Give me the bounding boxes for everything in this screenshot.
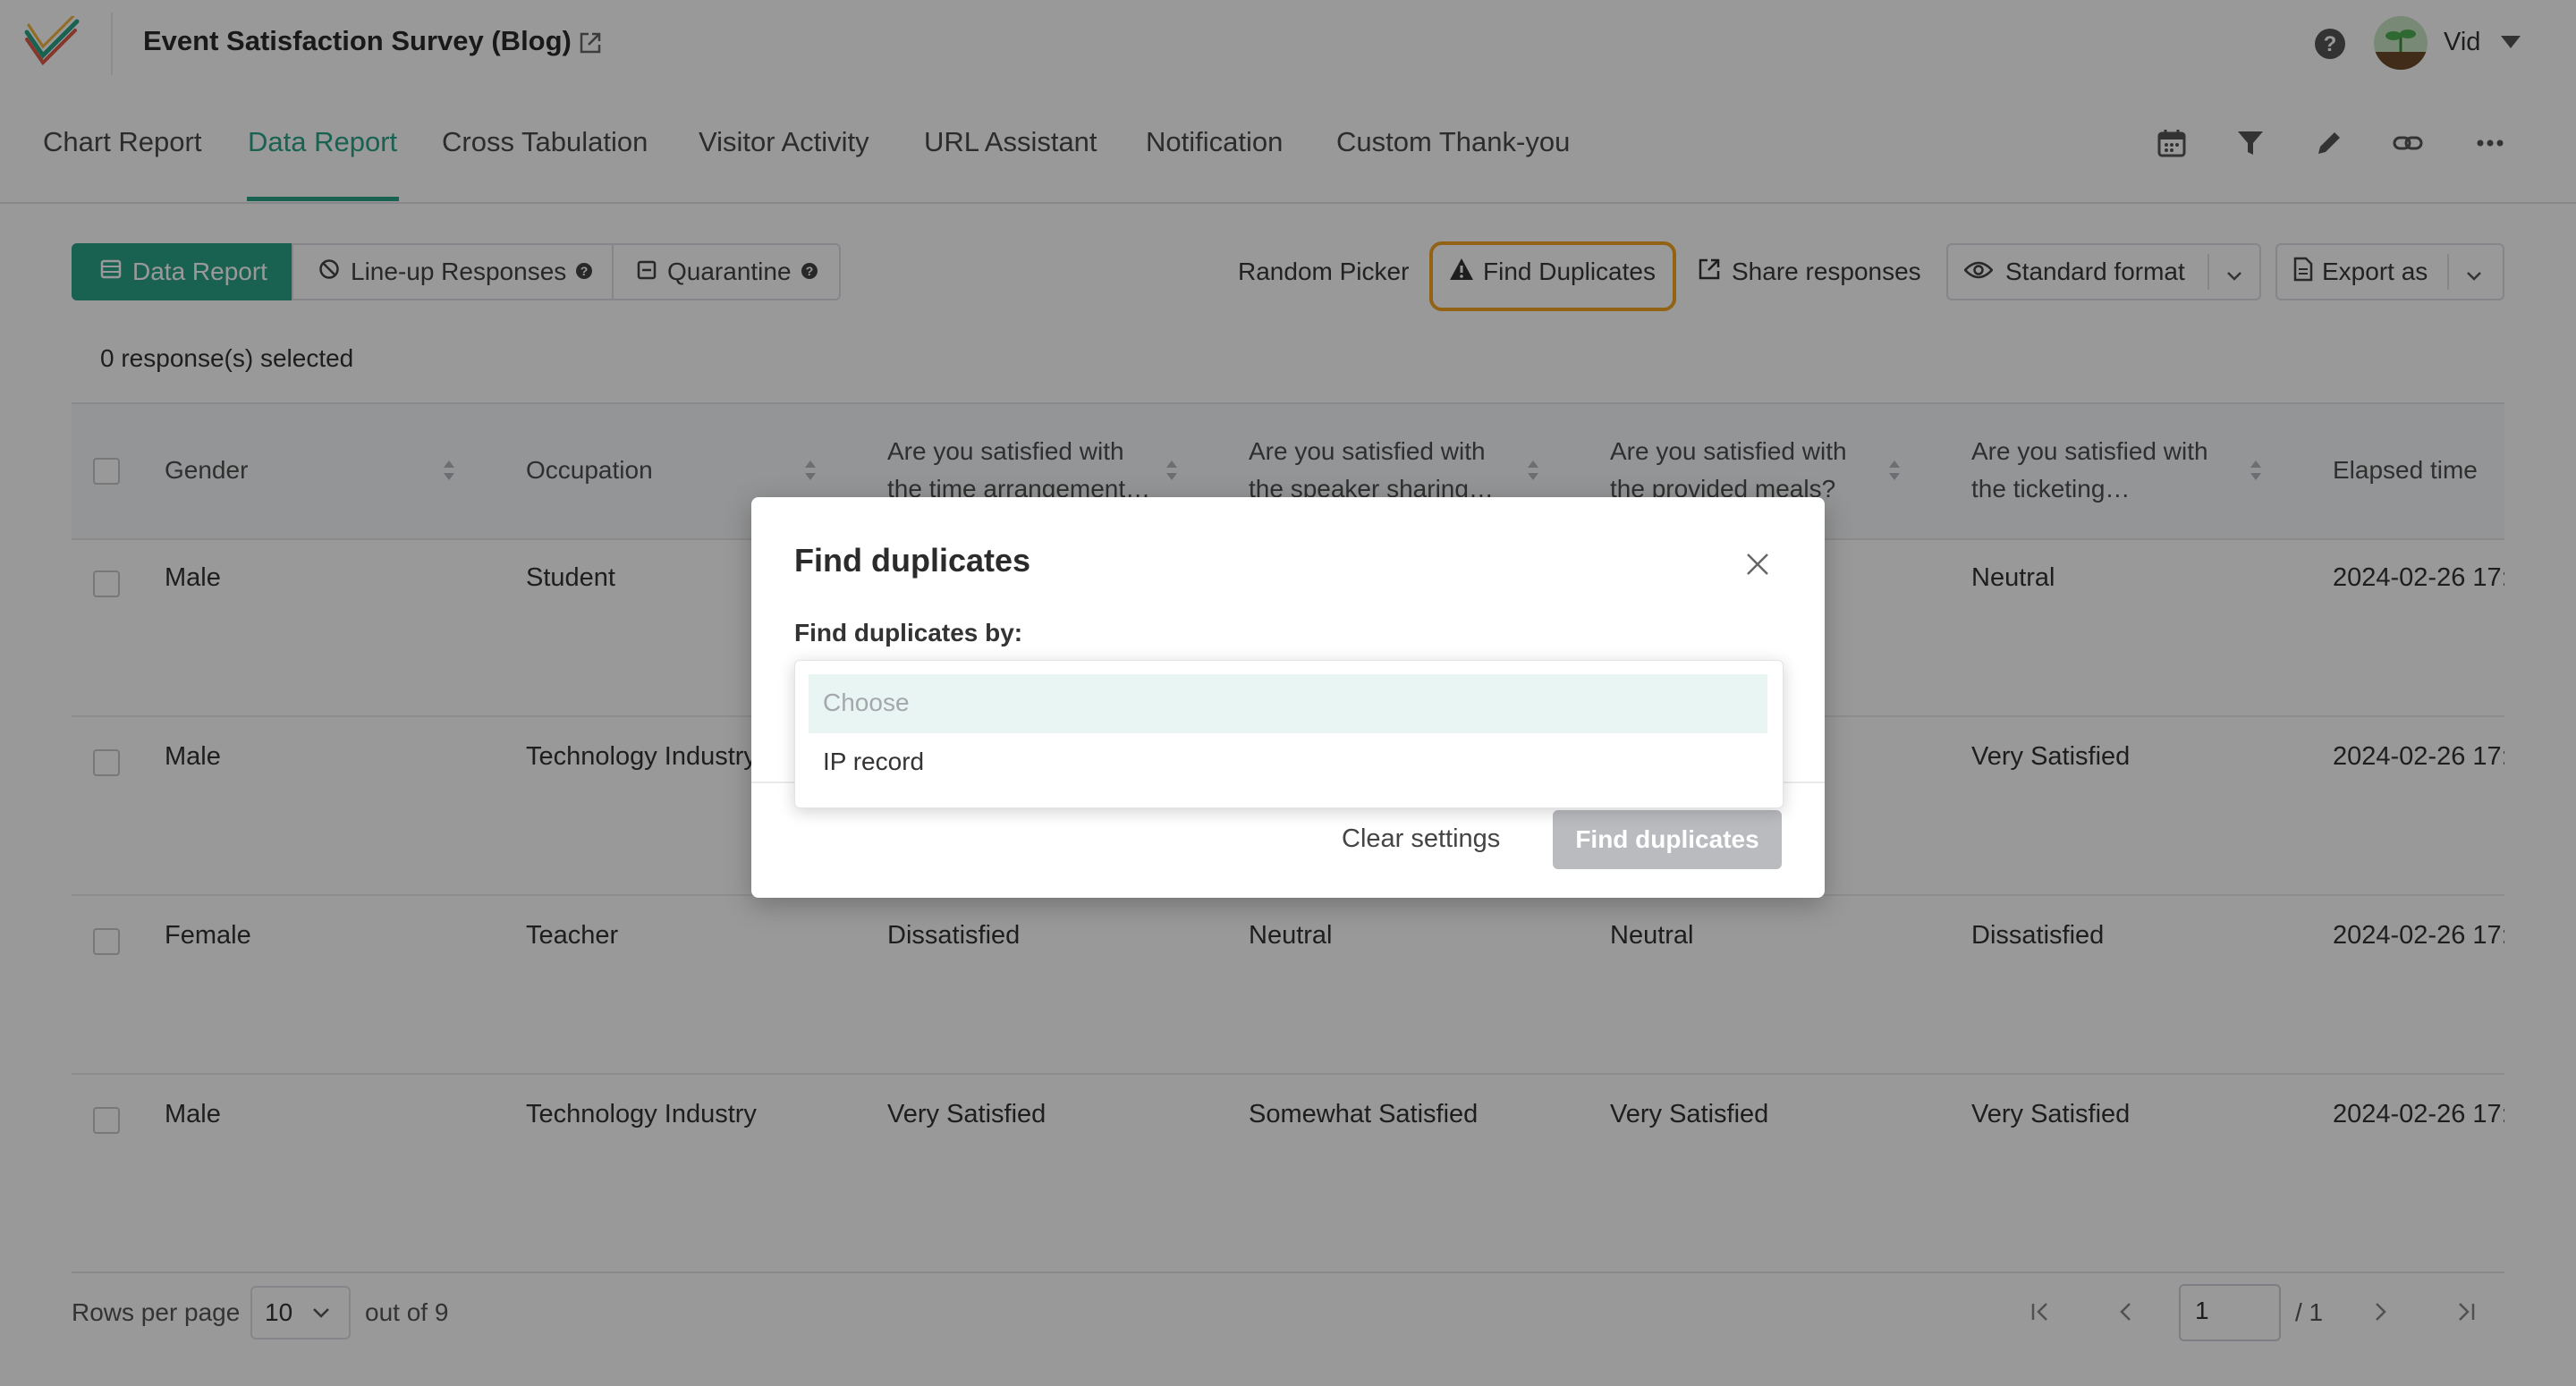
dialog-title: Find duplicates: [794, 542, 1031, 579]
close-icon[interactable]: [1742, 549, 1773, 579]
find-duplicates-by-label: Find duplicates by:: [794, 619, 1023, 647]
dropdown-option-choose-label: Choose: [823, 689, 910, 716]
find-duplicates-submit-button[interactable]: Find duplicates: [1553, 810, 1782, 869]
clear-settings-button[interactable]: Clear settings: [1342, 824, 1500, 854]
dropdown-option-choose[interactable]: [809, 674, 1767, 733]
dropdown-option-ip-record[interactable]: IP record: [823, 748, 924, 776]
